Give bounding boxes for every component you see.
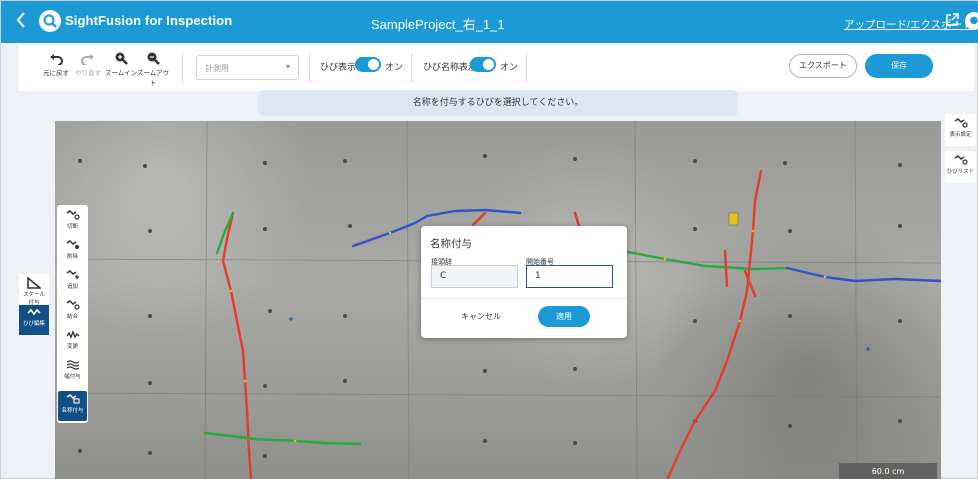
naming-dialog: 名称付与 接頭辞 C 開始番号 1 キャンセル 適用 [421, 226, 627, 338]
crack-name-display-label: ひび名称表示 [423, 63, 478, 73]
user-icon[interactable]: ● [965, 12, 978, 30]
crack-name-display-state: オン [500, 63, 519, 73]
toolbar-divider [182, 53, 183, 83]
delete-crack-icon [66, 240, 79, 249]
crack-edit-icon [27, 308, 41, 316]
undo-label: 元に戻す [43, 69, 69, 77]
zoom-out-label: ズームアウト [136, 69, 170, 87]
crack-display-label: ひび表示 [320, 63, 357, 73]
cut-crack-icon [66, 210, 80, 220]
width-crack-label: 幅付与 [64, 374, 81, 380]
add-crack-icon [66, 270, 79, 279]
crack-list-icon [954, 155, 968, 165]
join-crack-label: 結合 [66, 314, 78, 320]
change-crack-button[interactable]: 変更 [58, 327, 87, 357]
measurement-select[interactable]: 計測用 ▾ [196, 55, 299, 80]
join-crack-button[interactable]: 結合 [58, 297, 87, 327]
export-button[interactable]: エクスポート [789, 54, 857, 78]
measurement-select-value: 計測用 [205, 64, 229, 73]
apply-button[interactable]: 適用 [538, 306, 590, 327]
scale-bar: 60.0 cm [839, 463, 937, 479]
change-crack-label: 変更 [66, 344, 78, 350]
toolbar-divider [526, 53, 527, 83]
redo-button[interactable]: やり直す [71, 51, 105, 77]
crack-edit-label: ひび編集 [22, 321, 45, 327]
cancel-button[interactable]: キャンセル [456, 308, 506, 326]
zoom-in-icon [115, 52, 128, 65]
add-crack-label: 追加 [66, 284, 78, 290]
name-crack-icon [66, 394, 80, 404]
project-name: SampleProject_右_1_1 [371, 17, 505, 32]
crack-edit-button[interactable]: ひび編集 [19, 305, 49, 335]
start-number-field[interactable]: 1 [526, 265, 613, 288]
crack-tool-panel: 切断 削除 追加 結合 変更 幅付与 名称付与 [57, 205, 88, 423]
redo-label: やり直す [75, 69, 101, 77]
app-logo [39, 10, 61, 32]
chevron-down-icon: ▾ [285, 62, 290, 71]
crack-name-display-toggle[interactable] [470, 57, 496, 72]
external-link-icon[interactable] [945, 13, 959, 27]
delete-crack-label: 削除 [66, 254, 78, 260]
name-crack-button[interactable]: 名称付与 [58, 391, 87, 421]
name-crack-label: 名称付与 [61, 408, 84, 414]
dialog-divider [421, 298, 627, 299]
undo-button[interactable]: 元に戻す [39, 51, 73, 77]
instruction-banner: 名称を付与するひびを選択してください。 [258, 90, 738, 116]
display-settings-label: 表示設定 [949, 132, 972, 138]
zoom-in-button[interactable]: ズームイン [104, 51, 138, 77]
zoom-out-button[interactable]: ズームアウト [136, 51, 170, 87]
chevron-left-icon [16, 12, 25, 28]
redo-icon [81, 54, 94, 65]
zoom-out-icon [147, 52, 160, 65]
toolbar: 元に戻す やり直す ズームイン ズームアウト 計測用 ▾ ひび表示 オン ひび名… [19, 45, 974, 91]
magnifier-logo-icon [43, 14, 57, 28]
crack-list-label: ひびリスト [946, 169, 975, 175]
app-name: SightFusion for Inspection [65, 13, 233, 28]
cut-crack-label: 切断 [66, 224, 78, 230]
change-crack-icon [65, 330, 79, 339]
cut-crack-button[interactable]: 切断 [58, 207, 87, 237]
toolbar-divider [309, 53, 310, 83]
ruler-triangle-icon [27, 277, 41, 289]
width-crack-button[interactable]: 幅付与 [58, 357, 87, 387]
undo-icon [50, 54, 63, 65]
toolbar-divider [411, 53, 412, 83]
crack-list-button[interactable]: ひびリスト [945, 151, 976, 183]
dialog-title: 名称付与 [430, 238, 472, 250]
join-crack-icon [66, 300, 80, 310]
scale-tool-label: スケール 付与 [22, 292, 45, 306]
app-header: SightFusion for Inspection SampleProject… [1, 1, 978, 43]
save-button[interactable]: 保存 [865, 54, 933, 78]
delete-crack-button[interactable]: 削除 [58, 237, 87, 267]
back-button[interactable] [15, 11, 27, 32]
app-window: SightFusion for Inspection SampleProject… [0, 0, 978, 479]
crack-display-toggle[interactable] [355, 57, 381, 72]
scale-tool-button[interactable]: スケール 付与 [19, 274, 49, 306]
width-crack-icon [66, 360, 79, 370]
crack-display-state: オン [385, 63, 404, 73]
zoom-in-label: ズームイン [104, 69, 138, 77]
display-settings-button[interactable]: 表示設定 [945, 114, 976, 146]
add-crack-button[interactable]: 追加 [58, 267, 87, 297]
prefix-field[interactable]: C [431, 265, 518, 288]
display-settings-icon [954, 118, 968, 128]
